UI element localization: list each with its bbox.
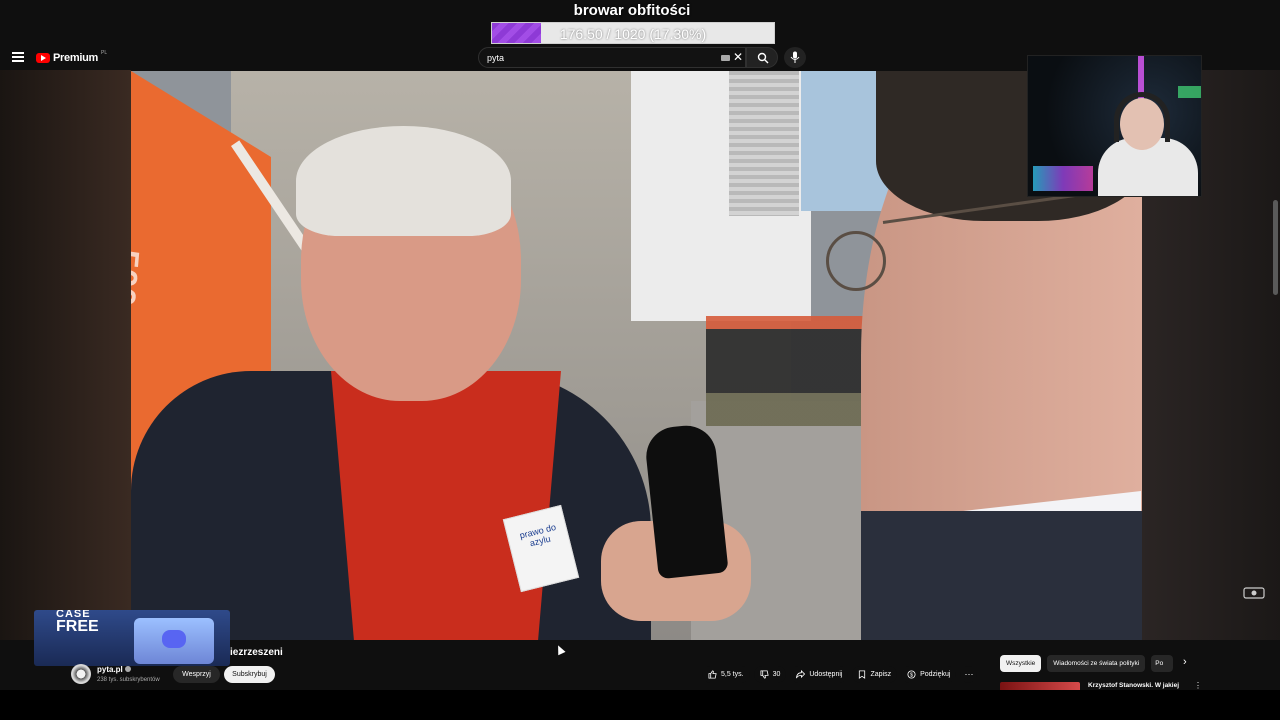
video-title: iezrzeszeni <box>230 647 283 658</box>
thanks-label: Podziękuj <box>920 671 951 678</box>
logo-text: Premium <box>53 52 98 64</box>
channel-avatar[interactable] <box>71 664 91 684</box>
webcam-keyboard <box>1033 166 1093 191</box>
chip-partial[interactable]: Po <box>1151 655 1174 672</box>
chip-all[interactable]: Wszystkie <box>1000 655 1042 672</box>
glasses <box>826 231 886 291</box>
overlay-progress-bar: 176.50 / 1020 (17.30%) <box>491 22 775 44</box>
clear-icon[interactable]: ✕ <box>733 50 743 64</box>
share-label: Udostępnij <box>809 671 843 678</box>
youtube-logo-icon <box>36 53 50 63</box>
video-scene-crowd <box>706 316 871 426</box>
verified-icon <box>124 666 131 672</box>
channel-name-text[interactable]: pyta.pl <box>97 665 123 674</box>
chip-politics[interactable]: Wiadomości ze świata polityki <box>1047 655 1146 672</box>
channel-subscribers: 238 tys. subskrybentów <box>97 677 160 683</box>
related-chips: Wszystkie Wiadomości ze świata polityki … <box>1000 655 1174 672</box>
thanks-button[interactable]: $ Podziękuj <box>901 666 957 683</box>
overlay-progress-text: 176.50 / 1020 (17.30%) <box>559 26 707 42</box>
webcam-light-green <box>1178 86 1201 98</box>
recommendation-title[interactable]: Krzysztof Stanowski. W jakiej <box>1088 682 1179 689</box>
headset-icon <box>1114 92 1170 142</box>
interviewee-shirt <box>331 371 561 640</box>
dislike-button[interactable]: 30 <box>753 666 787 683</box>
microphone-icon <box>790 51 800 63</box>
video-player[interactable]: 500 uwielbienie prawo do azylu <box>131 71 1142 640</box>
promo-line2: FREE <box>56 618 99 635</box>
thumbs-up-icon <box>708 670 717 679</box>
share-icon <box>796 670 806 679</box>
bottom-letterbox <box>0 690 1280 720</box>
channel-name[interactable]: pyta.pl <box>97 665 131 674</box>
video-scene-tower <box>729 71 799 216</box>
microphone-button[interactable] <box>784 47 806 68</box>
overlay-title: browar obfitości <box>573 2 691 19</box>
page-scrollbar[interactable] <box>1273 200 1278 295</box>
recommendation-thumbnail[interactable] <box>1000 682 1080 690</box>
logo-superscript: PL <box>100 50 108 56</box>
bookmark-icon <box>859 670 866 679</box>
subscribe-button[interactable]: Subskrybuj <box>224 666 275 683</box>
channel-watermark-icon[interactable] <box>1243 586 1265 600</box>
search-input[interactable] <box>487 48 687 67</box>
discord-icon <box>162 630 186 648</box>
interviewee-hair <box>296 126 511 236</box>
ambient-left <box>0 70 131 640</box>
video-actions: 5,5 tys. 30 Udostępnij Zapisz $ Podzięku… <box>702 666 978 683</box>
sticker-text: prawo do azylu <box>518 521 557 549</box>
thanks-icon: $ <box>907 670 916 679</box>
streamer-webcam <box>1027 55 1202 197</box>
promo-overlay: CASE FREE <box>34 610 230 666</box>
thumbs-down-icon <box>760 670 769 679</box>
youtube-logo[interactable]: Premium PL <box>36 50 108 65</box>
dislike-count: 30 <box>772 671 781 678</box>
recommendation-more-icon[interactable]: ⋮ <box>1194 681 1202 690</box>
like-button[interactable]: 5,5 tys. <box>702 666 750 683</box>
screen: browar obfitości 176.50 / 1020 (17.30%) … <box>0 0 1280 720</box>
search-icon <box>757 52 769 64</box>
search-button[interactable] <box>746 47 778 68</box>
keyboard-icon[interactable] <box>721 55 730 61</box>
like-count: 5,5 tys. <box>721 671 744 678</box>
svg-text:$: $ <box>910 672 913 678</box>
menu-icon[interactable] <box>12 52 24 62</box>
interviewer-suit <box>861 511 1142 640</box>
save-label: Zapisz <box>870 671 892 678</box>
save-button[interactable]: Zapisz <box>852 666 898 683</box>
more-actions-button[interactable]: ⋯ <box>960 666 978 683</box>
share-button[interactable]: Udostępnij <box>790 666 849 683</box>
support-button[interactable]: Wesprzyj <box>173 666 220 683</box>
chevron-right-icon[interactable]: › <box>1183 656 1187 668</box>
search-box: ✕ <box>478 47 746 68</box>
